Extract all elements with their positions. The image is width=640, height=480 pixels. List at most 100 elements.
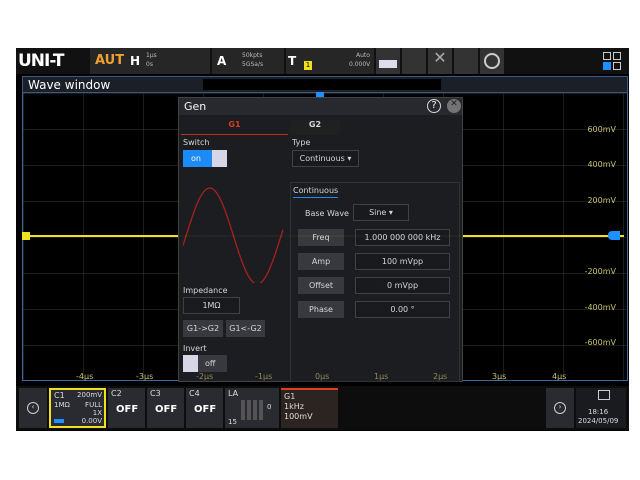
c1-coupling-icon	[54, 419, 64, 423]
horizontal-button[interactable]: H 1μs 0s	[124, 48, 210, 74]
impedance-label: Impedance	[183, 286, 228, 295]
t-label: T	[288, 54, 297, 68]
wave-window-header: Wave window	[22, 76, 628, 93]
tab-g2[interactable]: G2	[290, 120, 340, 135]
volt-label: -200mV	[584, 267, 616, 276]
a-label: A	[217, 54, 227, 68]
impedance-field[interactable]: 1MΩ	[183, 297, 240, 314]
base-wave-label: Base Wave	[305, 209, 349, 218]
tab-g1[interactable]: G1	[181, 120, 288, 135]
c1-name: C1	[54, 391, 65, 400]
param-phase-value[interactable]: 0.00 °	[355, 301, 450, 318]
a-points: 50kpts	[242, 52, 263, 59]
channel-c3-card[interactable]: C3 OFF	[147, 388, 184, 428]
c1-impedance: 1MΩ	[54, 401, 70, 409]
clock-date: 2024/05/09	[578, 417, 619, 425]
gen-g1-card[interactable]: G1 1kHz 100mV	[281, 388, 338, 428]
time-label: -1μs	[255, 372, 273, 381]
c1-scale: 200mV	[77, 391, 102, 399]
copy-g2-to-g1-button[interactable]: G1<-G2	[226, 320, 265, 337]
help-icon[interactable]: ?	[427, 99, 441, 113]
time-label: -3μs	[136, 372, 154, 381]
sine-preview-curve	[183, 187, 284, 283]
c3-name: C3	[150, 389, 161, 398]
search-icon[interactable]	[480, 48, 504, 74]
invert-toggle[interactable]: off	[183, 355, 227, 372]
param-offset-value[interactable]: 0 mVpp	[355, 277, 450, 294]
volt-label: 400mV	[587, 160, 616, 169]
volt-label: -600mV	[584, 338, 616, 347]
la-bits-icon	[241, 400, 263, 420]
c2-name: C2	[111, 389, 122, 398]
param-offset-button[interactable]: Offset	[298, 277, 344, 294]
c1-probe: 1X	[92, 409, 102, 417]
g1-amp: 100mV	[284, 412, 313, 421]
la-lo: 15	[228, 418, 237, 426]
type-dropdown[interactable]: Continuous ▾	[292, 150, 359, 167]
clock-area[interactable]: 18:16 2024/05/09	[576, 388, 626, 428]
c3-state: OFF	[155, 404, 178, 415]
volt-label: -400mV	[584, 303, 616, 312]
screen-icon	[598, 390, 610, 400]
wave-window-title: Wave window	[28, 78, 111, 92]
measure-icon[interactable]	[402, 48, 426, 74]
brand-logo: UNI-T	[18, 51, 65, 71]
clock-time: 18:16	[588, 408, 609, 416]
math-icon[interactable]: ✕	[428, 48, 452, 74]
base-wave-dropdown[interactable]: Sine ▾	[353, 204, 409, 221]
channel-c2-card[interactable]: C2 OFF	[108, 388, 145, 428]
switch-toggle[interactable]: on	[183, 150, 227, 167]
wave-preview	[183, 187, 284, 283]
list-icon[interactable]	[454, 48, 478, 74]
time-label: 2μs	[433, 372, 448, 381]
trigger-level: 0.000V	[349, 61, 371, 68]
time-label: 4μs	[552, 372, 567, 381]
trigger-button[interactable]: T 1 Auto 0.000V	[286, 48, 374, 74]
time-label: 0μs	[315, 372, 330, 381]
time-label: 3μs	[492, 372, 507, 381]
g1-freq: 1kHz	[284, 402, 304, 411]
channel-c1-card[interactable]: C1 200mV 1MΩ FULL 1X 0.00V	[49, 388, 106, 428]
scroll-right-button[interactable]: ›	[546, 388, 574, 428]
param-freq-value[interactable]: 1.000 000 000 kHz	[355, 229, 450, 246]
gen-dialog: Gen ? ✕ G1 G2 Switch on Type Continuous …	[178, 97, 463, 382]
time-label: -2μs	[196, 372, 214, 381]
type-label: Type	[292, 138, 311, 147]
h-label: H	[130, 54, 141, 68]
close-icon[interactable]: ✕	[447, 99, 461, 113]
copy-g1-to-g2-button[interactable]: G1->G2	[183, 320, 223, 337]
ch1-marker[interactable]	[22, 232, 30, 240]
trigger-mode: Auto	[356, 52, 370, 59]
time-label: 1μs	[374, 372, 389, 381]
scroll-left-button[interactable]: ‹	[19, 388, 47, 428]
top-bar: UNI-T AUTO H 1μs 0s A 50kpts 5GSa/s T 1 …	[16, 48, 629, 74]
h-offset: 0s	[146, 61, 153, 68]
gen-title: Gen	[184, 100, 207, 113]
param-freq-button[interactable]: Freq	[298, 229, 344, 246]
display-icon[interactable]	[376, 48, 400, 74]
base-wave-value: Sine	[369, 208, 387, 217]
c1-offset: 0.00V	[81, 417, 102, 425]
section-tab-continuous[interactable]: Continuous	[293, 186, 339, 198]
trigger-level-marker[interactable]	[608, 231, 620, 240]
invert-label: Invert	[183, 344, 207, 353]
c4-name: C4	[189, 389, 200, 398]
app-grid-icon[interactable]	[603, 52, 621, 70]
time-label: -4μs	[76, 372, 94, 381]
h-scale: 1μs	[146, 52, 157, 59]
switch-state: on	[183, 150, 212, 167]
la-name: LA	[228, 389, 239, 398]
c4-state: OFF	[194, 404, 217, 415]
channel-c4-card[interactable]: C4 OFF	[186, 388, 223, 428]
memory-bar[interactable]	[203, 79, 441, 90]
gen-title-bar: Gen ? ✕	[179, 98, 462, 115]
param-amp-value[interactable]: 100 mVpp	[355, 253, 450, 270]
switch-label: Switch	[183, 138, 210, 147]
param-phase-button[interactable]: Phase	[298, 301, 344, 318]
param-amp-button[interactable]: Amp	[298, 253, 344, 270]
volt-label: 200mV	[587, 196, 616, 205]
c1-bandwidth: FULL	[85, 401, 102, 409]
acquire-button[interactable]: A 50kpts 5GSa/s	[212, 48, 284, 74]
channel-la-card[interactable]: LA 0 15	[225, 388, 279, 428]
a-rate: 5GSa/s	[242, 61, 264, 68]
